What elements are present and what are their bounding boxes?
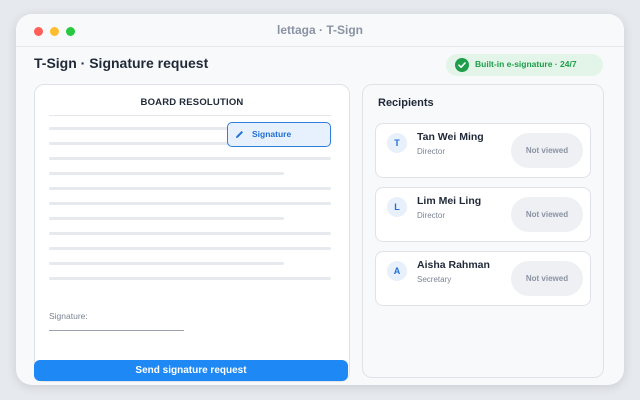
recipient-item[interactable]: L Lim Mei Ling Director Not viewed — [375, 187, 591, 242]
recipient-role: Director — [417, 147, 446, 156]
recipient-name: Lim Mei Ling — [417, 195, 482, 207]
pen-icon — [234, 129, 245, 140]
signature-field-label: Signature — [252, 129, 292, 139]
recipient-item[interactable]: A Aisha Rahman Secretary Not viewed — [375, 251, 591, 306]
status-badge: Not viewed — [511, 133, 583, 168]
status-badge: Not viewed — [511, 197, 583, 232]
text-line — [49, 202, 331, 205]
text-line — [49, 187, 331, 190]
signature-field[interactable]: Signature — [227, 122, 331, 147]
recipient-item[interactable]: T Tan Wei Ming Director Not viewed — [375, 123, 591, 178]
text-line — [49, 172, 284, 175]
heading-divider — [49, 115, 331, 116]
document-preview: BOARD RESOLUTION Signature Signature: — [34, 84, 350, 382]
send-signature-request-button[interactable]: Send signature request — [34, 360, 348, 381]
title-bar: lettaga · T-Sign — [16, 14, 624, 47]
recipients-panel: Recipients T Tan Wei Ming Director Not v… — [362, 84, 604, 378]
text-line — [49, 127, 229, 130]
badge-label: Built-in e-signature · 24/7 — [475, 59, 577, 69]
avatar: T — [387, 133, 407, 153]
window-title: lettaga · T-Sign — [276, 23, 363, 37]
text-line — [49, 217, 284, 220]
text-line — [49, 262, 284, 265]
recipient-name: Aisha Rahman — [417, 259, 490, 271]
signature-label: Signature: — [49, 311, 88, 321]
text-line — [49, 232, 331, 235]
check-circle-icon — [455, 58, 469, 72]
recipients-title: Recipients — [378, 97, 434, 109]
recipient-role: Director — [417, 211, 446, 220]
app-window: lettaga · T-Sign T-Sign · Signature requ… — [16, 14, 624, 385]
page-title: T-Sign · Signature request — [34, 55, 209, 71]
signature-line — [49, 330, 184, 331]
avatar: A — [387, 261, 407, 281]
status-badge: Not viewed — [511, 261, 583, 296]
status-badge: Built-in e-signature · 24/7 — [446, 54, 603, 76]
text-line — [49, 157, 331, 160]
recipient-name: Tan Wei Ming — [417, 131, 484, 143]
text-line — [49, 247, 331, 250]
recipient-role: Secretary — [417, 275, 452, 284]
avatar: L — [387, 197, 407, 217]
document-heading: BOARD RESOLUTION — [140, 97, 244, 108]
text-line — [49, 277, 331, 280]
